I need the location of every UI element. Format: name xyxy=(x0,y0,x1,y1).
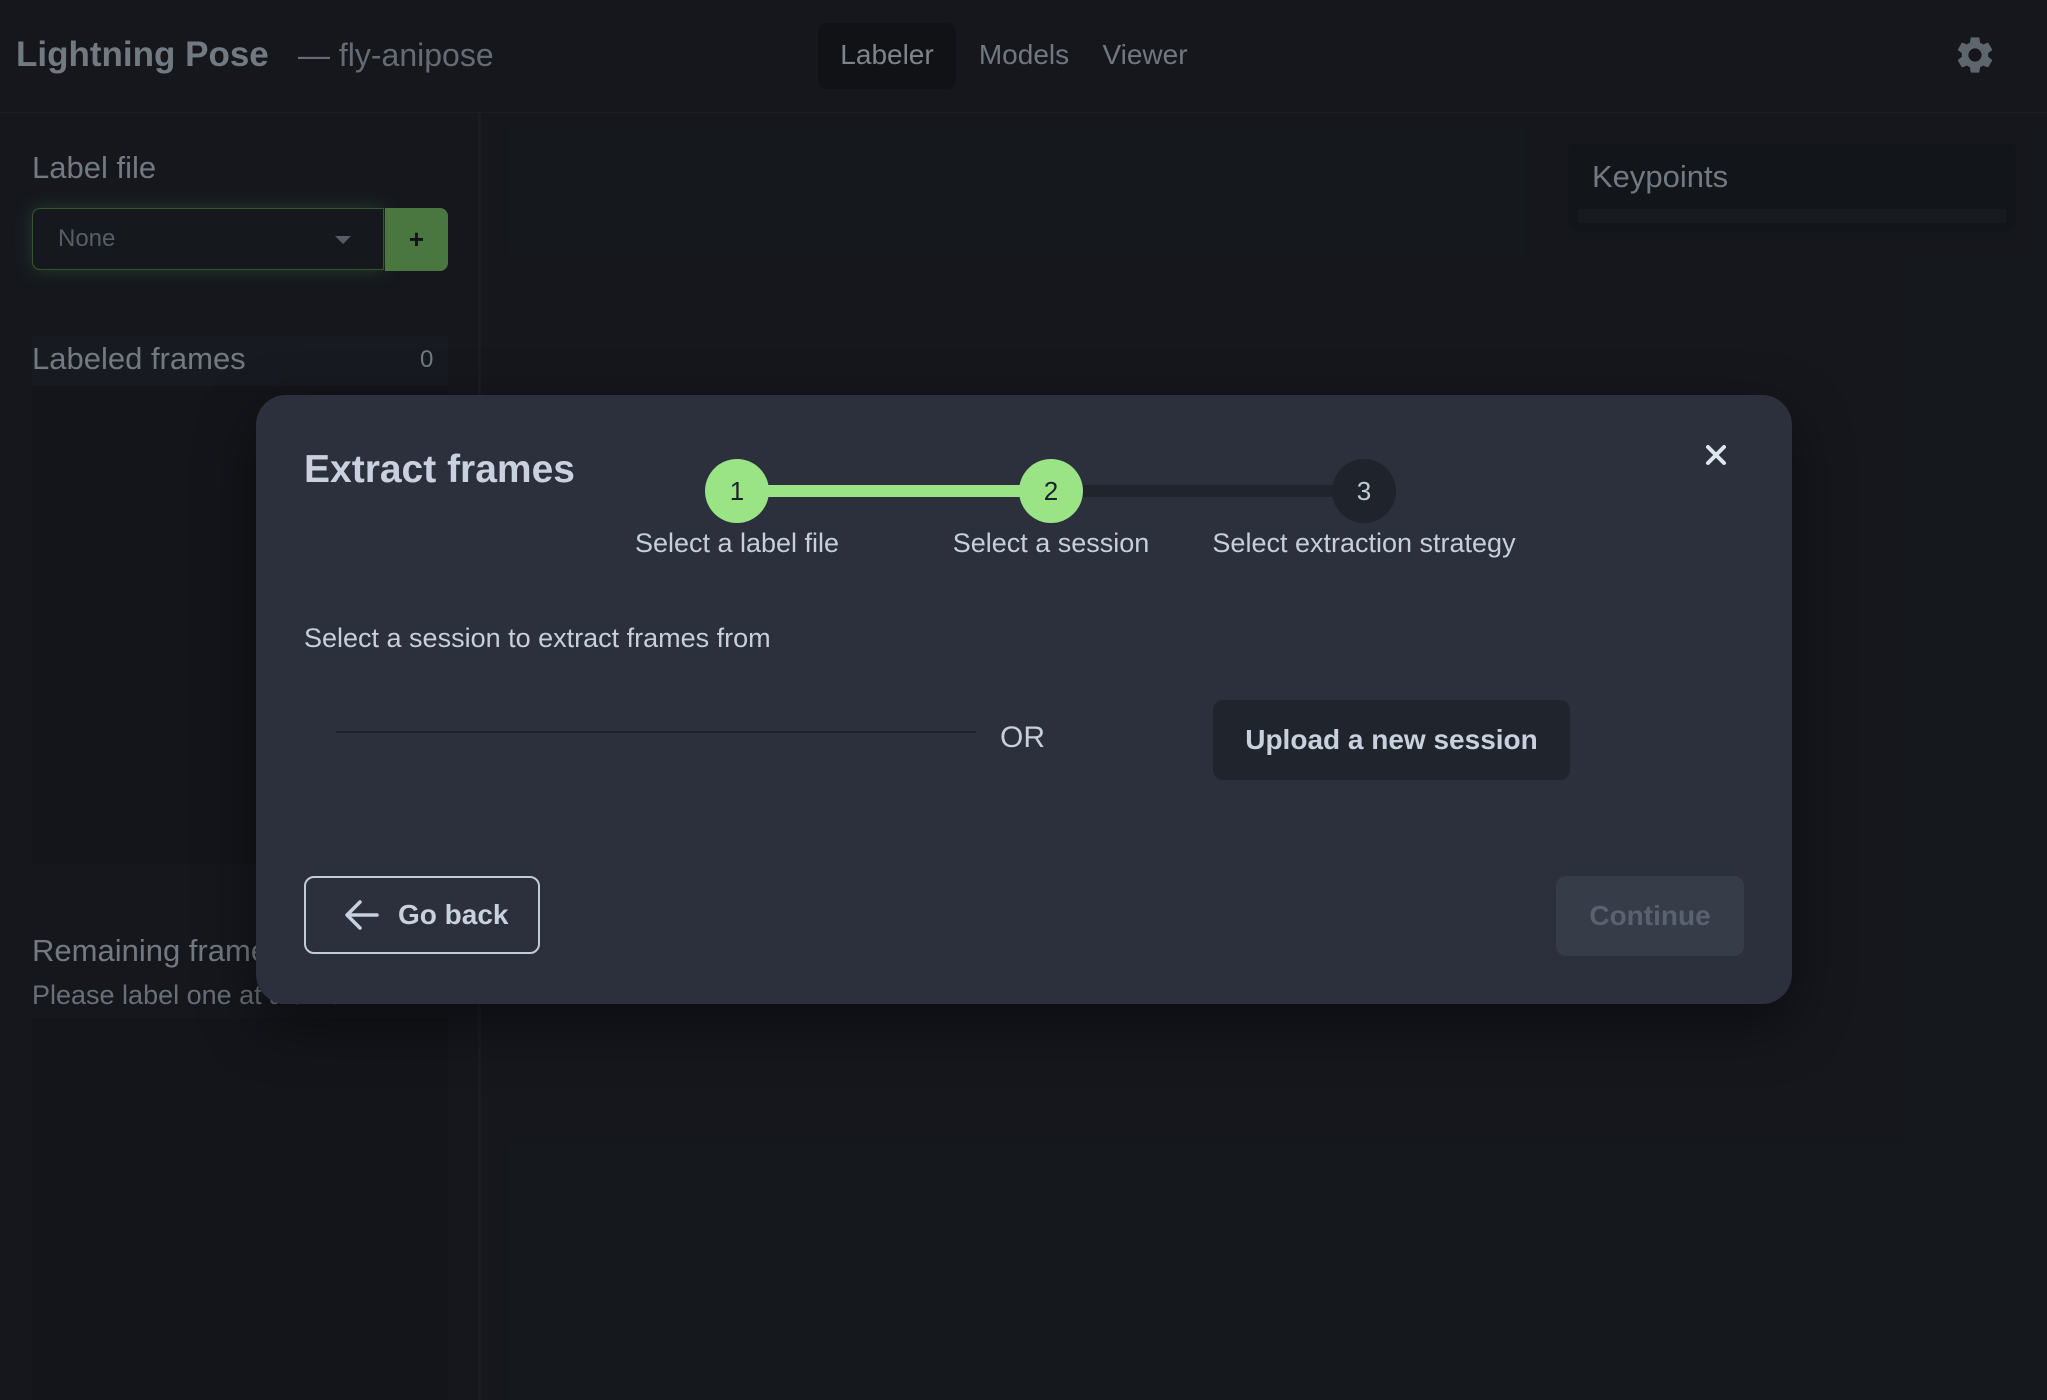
upload-session-button[interactable]: Upload a new session xyxy=(1213,700,1570,780)
step-3-indicator: 3 xyxy=(1332,459,1396,523)
step-2-indicator: 2 xyxy=(1019,459,1083,523)
session-select[interactable] xyxy=(336,731,976,733)
extract-frames-dialog: Extract frames 1 2 3 Select a label file… xyxy=(256,395,1792,1004)
close-icon[interactable] xyxy=(1698,437,1734,473)
session-instruction: Select a session to extract frames from xyxy=(304,623,771,653)
go-back-label: Go back xyxy=(398,899,509,930)
step-1-indicator: 1 xyxy=(705,459,769,523)
step-connector-complete xyxy=(737,485,1037,497)
step-3-label: Select extraction strategy xyxy=(1212,528,1516,558)
arrow-left-icon xyxy=(345,900,379,930)
step-connector-pending xyxy=(1037,485,1350,497)
dialog-title: Extract frames xyxy=(304,448,575,491)
step-2-label: Select a session xyxy=(952,528,1150,558)
or-separator: OR xyxy=(1000,721,1045,754)
continue-button[interactable]: Continue xyxy=(1556,876,1744,956)
step-1-label: Select a label file xyxy=(634,528,840,558)
go-back-button[interactable]: Go back xyxy=(304,876,540,954)
